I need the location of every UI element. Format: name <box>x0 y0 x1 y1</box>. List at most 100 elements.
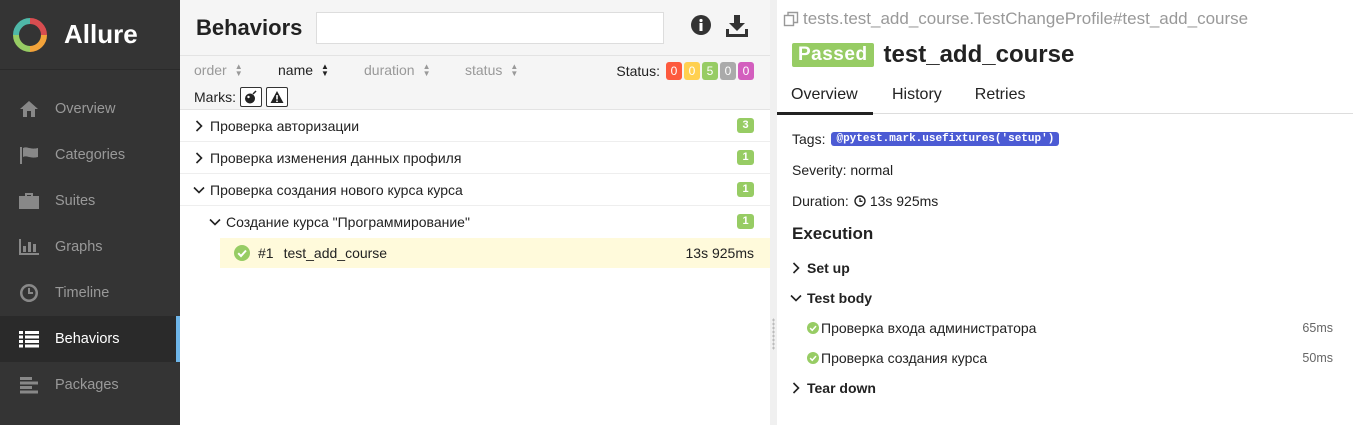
tree-group-row[interactable]: Проверка создания нового курса курса 1 <box>180 174 770 206</box>
sort-order-label: order <box>194 62 227 78</box>
sort-status-label: status <box>465 62 503 78</box>
tab-history[interactable]: History <box>878 76 956 114</box>
tree-group-row[interactable]: Проверка изменения данных профиля 1 <box>180 142 770 174</box>
testcase-fullname-text: tests.test_add_course.TestChangeProfile#… <box>803 9 1249 28</box>
step-duration: 50ms <box>1302 351 1333 365</box>
test-body-step[interactable]: Test body <box>789 290 872 306</box>
warning-icon <box>270 91 284 103</box>
test-body-label: Test body <box>807 290 873 306</box>
sidebar: Allure Overview Categories Suites Graphs… <box>0 0 180 425</box>
behaviors-header: Behaviors <box>180 0 770 56</box>
tree-group-label: Проверка создания нового курса курса <box>210 181 463 198</box>
sidebar-item-behaviors[interactable]: Behaviors <box>0 316 180 362</box>
status-label: Status: <box>616 63 660 79</box>
sidebar-item-overview[interactable]: Overview <box>0 86 180 132</box>
step-row[interactable]: Проверка создания курса 50ms <box>807 350 1333 366</box>
setup-label: Set up <box>807 260 850 276</box>
sort-arrows-icon: ▲ ▼ <box>234 62 243 78</box>
sidebar-item-label: Overview <box>55 101 116 117</box>
status-failed-toggle[interactable]: 0 <box>666 62 682 80</box>
sidebar-item-label: Graphs <box>55 239 103 255</box>
test-name: test_add_course <box>283 245 388 261</box>
sidebar-item-packages[interactable]: Packages <box>0 362 180 408</box>
chevron-right-icon <box>789 382 803 394</box>
clock-icon <box>18 282 40 304</box>
test-number: #1 <box>258 245 274 261</box>
passed-count-badge: 1 <box>737 150 754 165</box>
info-icon[interactable] <box>690 14 712 39</box>
check-circle-icon <box>807 352 819 364</box>
chevron-down-icon <box>789 294 803 302</box>
testcase-fullname: tests.test_add_course.TestChangeProfile#… <box>783 9 1248 29</box>
tab-overview[interactable]: Overview <box>777 76 873 115</box>
bomb-icon <box>245 90 257 104</box>
duration-line: Duration: 13s 925ms <box>792 193 938 209</box>
testcase-tabs: Overview History Retries <box>777 76 1353 115</box>
chevron-right-icon <box>192 119 206 132</box>
tag-badge[interactable]: @pytest.mark.usefixtures('setup') <box>831 132 1060 146</box>
flaky-mark-button[interactable] <box>240 87 262 107</box>
list-icon <box>18 328 40 350</box>
new-failed-mark-button[interactable] <box>266 87 288 107</box>
setup-step[interactable]: Set up <box>789 260 850 276</box>
check-circle-icon <box>807 322 819 334</box>
passed-count-badge: 1 <box>737 182 754 197</box>
sidebar-item-label: Timeline <box>55 285 110 301</box>
tab-retries[interactable]: Retries <box>961 76 1040 114</box>
home-icon <box>18 98 40 120</box>
sort-order[interactable]: order ▲ ▼ <box>194 62 243 78</box>
sort-status[interactable]: status ▲ ▼ <box>465 62 518 78</box>
status-unknown-toggle[interactable]: 0 <box>738 62 754 80</box>
tree-subgroup-row[interactable]: Создание курса "Программирование" 1 <box>180 206 770 238</box>
status-filter: Status: 0 0 5 0 0 <box>616 62 754 80</box>
duration-value: 13s 925ms <box>869 193 939 209</box>
bar-chart-icon <box>18 236 40 258</box>
sort-arrows-icon: ▲ ▼ <box>321 62 329 78</box>
status-skipped-toggle[interactable]: 0 <box>720 62 736 80</box>
sidebar-item-categories[interactable]: Categories <box>0 132 180 178</box>
chevron-right-icon <box>192 151 206 164</box>
logo[interactable]: Allure <box>0 0 180 70</box>
sort-name-label: name <box>278 62 314 78</box>
splitter-grip-icon <box>772 318 775 350</box>
status-passed-toggle[interactable]: 5 <box>702 62 718 80</box>
sort-duration[interactable]: duration ▲ ▼ <box>364 62 431 78</box>
chevron-down-icon <box>192 186 206 194</box>
testcase-pane: tests.test_add_course.TestChangeProfile#… <box>777 0 1353 425</box>
step-row[interactable]: Проверка входа администратора 65ms <box>807 320 1333 336</box>
tree-group-label: Проверка изменения данных профиля <box>210 149 462 166</box>
chevron-right-icon <box>789 262 803 274</box>
marks-filter: Marks: <box>194 87 288 107</box>
sidebar-item-timeline[interactable]: Timeline <box>0 270 180 316</box>
sidebar-item-suites[interactable]: Suites <box>0 178 180 224</box>
step-duration: 65ms <box>1302 321 1333 335</box>
briefcase-icon <box>18 190 40 212</box>
download-icon[interactable] <box>725 14 749 41</box>
check-circle-icon <box>234 245 250 261</box>
allure-logo-icon <box>13 17 47 52</box>
teardown-step[interactable]: Tear down <box>789 380 876 396</box>
tree-group-row[interactable]: Проверка авторизации 3 <box>180 110 770 142</box>
test-case-row[interactable]: #1 test_add_course 13s 925ms <box>220 238 770 268</box>
tree-group-label: Создание курса "Программирование" <box>226 214 470 230</box>
behaviors-pane: Behaviors order ▲ ▼ name ▲ ▼ duration ▲ ▼ s… <box>180 0 770 425</box>
sort-duration-label: duration <box>364 62 415 78</box>
severity-line: Severity: normal <box>792 162 894 178</box>
step-name: Проверка входа администратора <box>821 320 1037 336</box>
sidebar-item-label: Categories <box>55 147 126 163</box>
step-name: Проверка создания курса <box>821 350 988 366</box>
marks-label: Marks: <box>194 89 236 105</box>
testcase-title-row: Passed test_add_course <box>792 41 1074 69</box>
sidebar-item-graphs[interactable]: Graphs <box>0 224 180 270</box>
sort-name[interactable]: name ▲ ▼ <box>278 62 329 78</box>
search-input[interactable] <box>316 11 665 44</box>
sidebar-item-label: Behaviors <box>55 331 120 347</box>
tags-label: Tags: <box>792 131 826 147</box>
chevron-down-icon <box>208 218 222 226</box>
pane-splitter[interactable] <box>770 0 777 425</box>
passed-count-badge: 1 <box>737 214 754 229</box>
copy-icon[interactable] <box>783 11 799 27</box>
status-badge: Passed <box>792 43 874 67</box>
sort-arrows-icon: ▲ ▼ <box>510 62 519 78</box>
status-broken-toggle[interactable]: 0 <box>684 62 700 80</box>
